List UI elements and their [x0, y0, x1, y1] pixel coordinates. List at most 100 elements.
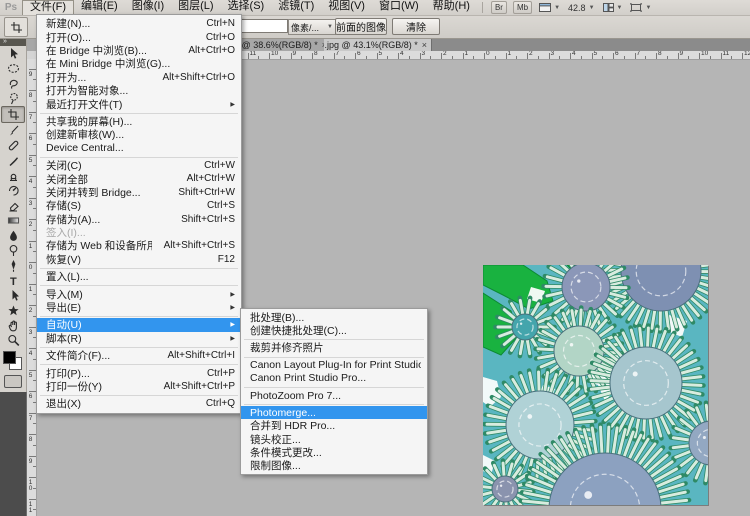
menubar-item[interactable]: 图像(I)	[125, 0, 171, 13]
hand-tool-icon	[7, 319, 20, 332]
move-tool-icon	[7, 47, 20, 60]
menu-item[interactable]: 新建(N)...Ctrl+N	[37, 17, 241, 30]
menu-item[interactable]: 裁剪并修齐照片	[241, 341, 427, 354]
menu-item[interactable]: 存储(S)Ctrl+S	[37, 199, 241, 212]
front-image-button[interactable]: 前面的图像	[335, 18, 387, 35]
menu-item[interactable]: 存储为 Web 和设备所用格式(D)...Alt+Shift+Ctrl+S	[37, 239, 241, 252]
menu-item-label: 最近打开文件(T)	[46, 97, 224, 112]
menu-item[interactable]: 导入(M)▶	[37, 287, 241, 300]
path-selection-tool-button[interactable]	[2, 288, 24, 303]
launch-mini-bridge-button[interactable]: Mb	[513, 1, 532, 14]
current-tool-indicator[interactable]	[4, 17, 28, 37]
menu-item-shortcut: Ctrl+N	[206, 18, 235, 29]
menu-item[interactable]: Canon Print Studio Pro...	[241, 372, 427, 385]
menu-item[interactable]: 存储为(A)...Shift+Ctrl+S	[37, 212, 241, 225]
menu-item[interactable]: PhotoZoom Pro 7...	[241, 389, 427, 402]
view-extras-button[interactable]: ▼	[539, 3, 560, 12]
menu-item[interactable]: 打开为智能对象...	[37, 84, 241, 97]
menu-item-label: 脚本(R)	[46, 331, 224, 346]
clone-stamp-tool-button[interactable]	[2, 168, 24, 183]
menu-item[interactable]: 关闭全部Alt+Ctrl+W	[37, 172, 241, 185]
screen-mode-icon	[630, 3, 642, 12]
unit-dropdown[interactable]: 像素/... ▼	[288, 19, 336, 35]
menubar-item[interactable]: 帮助(H)	[426, 0, 477, 13]
menu-item[interactable]: 关闭(C)Ctrl+W	[37, 159, 241, 172]
arrange-documents-button[interactable]: ▼	[603, 3, 623, 12]
tools-panel-collapse-button[interactable]: »	[0, 38, 26, 46]
move-tool-button[interactable]	[2, 46, 24, 61]
lasso-tool-icon	[7, 77, 20, 90]
menubar-item[interactable]: 窗口(W)	[372, 0, 426, 13]
menu-item[interactable]: 文件简介(F)...Alt+Shift+Ctrl+I	[37, 349, 241, 362]
clear-button[interactable]: 清除	[392, 18, 440, 35]
menu-item[interactable]: Photomerge...	[241, 406, 427, 419]
launch-bridge-button[interactable]: Br	[491, 1, 507, 14]
menu-item[interactable]: 批处理(B)...	[241, 311, 427, 324]
eyedropper-tool-button[interactable]	[2, 123, 24, 138]
submenu-arrow-icon: ▶	[230, 321, 235, 328]
menu-item[interactable]: 条件模式更改...	[241, 446, 427, 459]
history-brush-tool-button[interactable]	[2, 183, 24, 198]
zoom-level-value[interactable]: 42.8	[568, 3, 586, 13]
photoshop-window: g @ 38.6%(RGB/8) *×D.jpg @ 43.1%(RGB/8) …	[0, 0, 750, 516]
menu-item[interactable]: 脚本(R)▶	[37, 332, 241, 345]
pen-tool-button[interactable]	[2, 258, 24, 273]
menubar-item[interactable]: 视图(V)	[321, 0, 372, 13]
menu-item[interactable]: 退出(X)Ctrl+Q	[37, 397, 241, 410]
menu-item[interactable]: 打开为...Alt+Shift+Ctrl+O	[37, 71, 241, 84]
menu-item[interactable]: 共享我的屏幕(H)...	[37, 115, 241, 128]
menubar-item[interactable]: 滤镜(T)	[271, 0, 321, 13]
elliptical-marquee-tool-button[interactable]	[2, 61, 24, 76]
menu-item[interactable]: 置入(L)...	[37, 270, 241, 283]
crop-width-input[interactable]	[240, 19, 288, 33]
gradient-tool-button[interactable]	[2, 213, 24, 228]
eyedropper-tool-icon	[7, 124, 20, 137]
menu-item[interactable]: 打开(O)...Ctrl+O	[37, 30, 241, 43]
menu-item-shortcut: Ctrl+S	[207, 200, 235, 211]
menu-item[interactable]: 关闭并转到 Bridge...Shift+Ctrl+W	[37, 186, 241, 199]
menu-item[interactable]: 在 Bridge 中浏览(B)...Alt+Ctrl+O	[37, 44, 241, 57]
zoom-level-control[interactable]: 42.8 ▼	[568, 3, 594, 13]
menu-item[interactable]: 合并到 HDR Pro...	[241, 419, 427, 432]
menu-item-label: 创建新审核(W)...	[46, 127, 235, 142]
dodge-tool-button[interactable]	[2, 243, 24, 258]
elliptical-marquee-tool-icon	[7, 62, 20, 75]
lasso-tool-button[interactable]	[2, 76, 24, 91]
color-swatches[interactable]	[3, 351, 23, 371]
document-image[interactable]	[483, 265, 708, 505]
screen-mode-button[interactable]	[4, 375, 22, 388]
screen-mode-menu-button[interactable]: ▼	[630, 3, 651, 12]
menubar-item[interactable]: 文件(F)	[22, 0, 74, 15]
menu-item[interactable]: 最近打开文件(T)▶	[37, 97, 241, 110]
type-tool-button[interactable]: T	[2, 273, 24, 288]
spot-healing-brush-tool-button[interactable]	[2, 138, 24, 153]
hand-tool-button[interactable]	[2, 318, 24, 333]
menu-item[interactable]: 恢复(V)F12	[37, 253, 241, 266]
custom-shape-tool-button[interactable]	[2, 303, 24, 318]
menubar-item[interactable]: 选择(S)	[221, 0, 272, 13]
zoom-tool-icon	[7, 334, 20, 347]
menu-item[interactable]: 自动(U)▶	[37, 318, 241, 331]
menu-item[interactable]: 创建快捷批处理(C)...	[241, 324, 427, 337]
unit-dropdown-value: 像素/...	[291, 21, 324, 34]
menu-item[interactable]: 在 Mini Bridge 中浏览(G)...	[37, 57, 241, 70]
menu-item[interactable]: 打印(P)...Ctrl+P	[37, 366, 241, 379]
brush-tool-button[interactable]	[2, 153, 24, 168]
blur-tool-button[interactable]	[2, 228, 24, 243]
menu-item[interactable]: 镜头校正...	[241, 433, 427, 446]
zoom-tool-button[interactable]	[2, 333, 24, 348]
menu-item[interactable]: Canon Layout Plug-In for Print Studio Pr…	[241, 359, 427, 372]
crop-tool-button[interactable]	[1, 106, 25, 123]
eraser-tool-button[interactable]	[2, 198, 24, 213]
foreground-color-swatch[interactable]	[3, 351, 16, 364]
menu-item[interactable]: 打印一份(Y)Alt+Shift+Ctrl+P	[37, 380, 241, 393]
menu-item[interactable]: 创建新审核(W)...	[37, 128, 241, 141]
menu-item[interactable]: 限制图像...	[241, 459, 427, 472]
menubar-item[interactable]: 编辑(E)	[74, 0, 125, 13]
document-tab[interactable]: D.jpg @ 43.1%(RGB/8) *×	[324, 38, 432, 51]
quick-selection-tool-button[interactable]	[2, 91, 24, 106]
menubar-item[interactable]: 图层(L)	[171, 0, 220, 13]
menu-item[interactable]: Device Central...	[37, 142, 241, 155]
tab-close-icon[interactable]: ×	[422, 40, 427, 50]
menu-item[interactable]: 导出(E)▶	[37, 301, 241, 314]
